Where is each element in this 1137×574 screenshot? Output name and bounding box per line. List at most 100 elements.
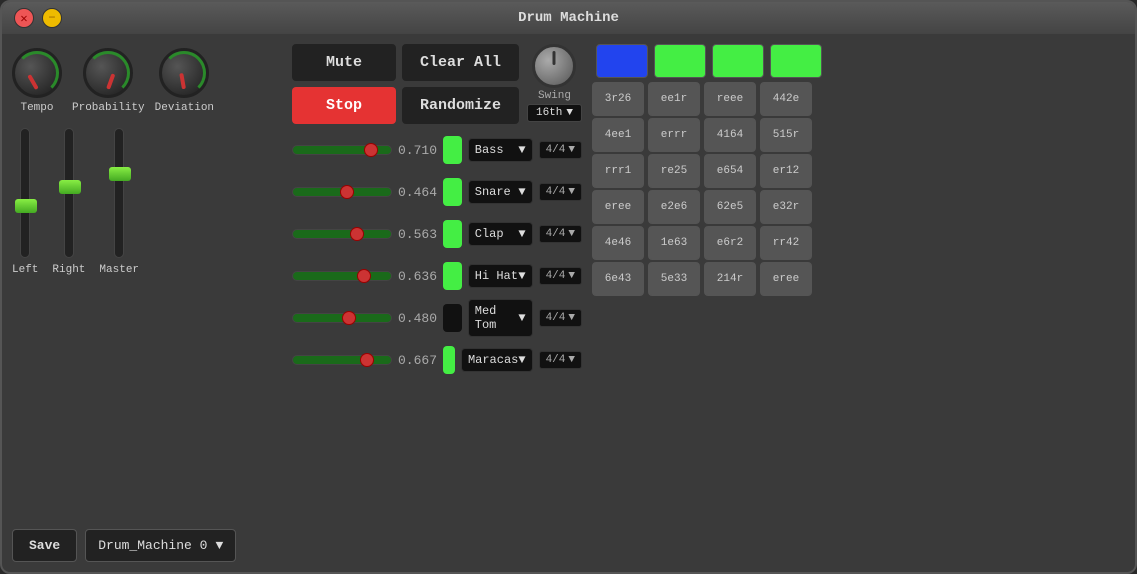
deviation-knob[interactable]	[159, 48, 209, 98]
clap-step-1[interactable]: re25	[648, 154, 700, 188]
right-fader-thumb[interactable]	[59, 180, 81, 194]
hihat-step-0[interactable]: eree	[592, 190, 644, 224]
hihat-step-1[interactable]: e2e6	[648, 190, 700, 224]
maracas-name-select[interactable]: Maracas ▼	[461, 348, 533, 372]
snare-ts-chevron: ▼	[568, 186, 575, 198]
hihat-time-sig[interactable]: 4/4 ▼	[539, 267, 582, 285]
clap-slider-area	[292, 229, 392, 239]
bass-step-2[interactable]: reee	[704, 82, 756, 116]
clap-name-select[interactable]: Clap ▼	[468, 222, 533, 246]
snare-step-1[interactable]: errr	[648, 118, 700, 152]
hihat-slider[interactable]	[292, 271, 392, 281]
maracas-time-sig[interactable]: 4/4 ▼	[539, 351, 582, 369]
medtom-slider[interactable]	[292, 313, 392, 323]
left-fader-track[interactable]	[20, 128, 30, 258]
clap-slider-thumb[interactable]	[350, 227, 364, 241]
medtom-step-0[interactable]: 4e46	[592, 226, 644, 260]
preset-select[interactable]: Drum_Machine 0 ▼	[85, 529, 236, 562]
snare-time-sig[interactable]: 4/4 ▼	[539, 183, 582, 201]
bass-ts-chevron: ▼	[568, 144, 575, 156]
medtom-time-sig[interactable]: 4/4 ▼	[539, 309, 582, 327]
stop-button[interactable]: Stop	[292, 87, 396, 124]
title-bar: ✕ − Drum Machine	[2, 2, 1135, 34]
medtom-active-button[interactable]	[443, 304, 462, 332]
header-pad-2[interactable]	[712, 44, 764, 78]
bass-step-1[interactable]: ee1r	[648, 82, 700, 116]
clap-active-button[interactable]	[443, 220, 462, 248]
swing-knob[interactable]	[532, 44, 576, 88]
step-row-bass: 3r26 ee1r reee 442e	[592, 82, 1125, 116]
medtom-ts-chevron: ▼	[568, 312, 575, 324]
hihat-chevron-icon: ▼	[518, 269, 525, 283]
snare-slider[interactable]	[292, 187, 392, 197]
medtom-step-3[interactable]: rr42	[760, 226, 812, 260]
left-fader-thumb[interactable]	[15, 199, 37, 213]
snare-active-button[interactable]	[443, 178, 462, 206]
maracas-active-button[interactable]	[443, 346, 455, 374]
maracas-slider-area	[292, 355, 392, 365]
medtom-step-2[interactable]: e6r2	[704, 226, 756, 260]
header-pad-0[interactable]	[596, 44, 648, 78]
snare-name: Snare	[475, 185, 511, 199]
clap-step-3[interactable]: er12	[760, 154, 812, 188]
randomize-button[interactable]: Randomize	[402, 87, 519, 124]
maracas-name: Maracas	[468, 353, 518, 367]
bass-slider[interactable]	[292, 145, 392, 155]
clap-step-2[interactable]: e654	[704, 154, 756, 188]
deviation-ring	[162, 51, 206, 95]
master-fader-track[interactable]	[114, 128, 124, 258]
header-pad-3[interactable]	[770, 44, 822, 78]
step-row-medtom: 4e46 1e63 e6r2 rr42	[592, 226, 1125, 260]
maracas-step-0[interactable]: 6e43	[592, 262, 644, 296]
minimize-button[interactable]: −	[42, 8, 62, 28]
bass-active-button[interactable]	[443, 136, 462, 164]
snare-step-0[interactable]: 4ee1	[592, 118, 644, 152]
right-fader-track[interactable]	[64, 128, 74, 258]
header-pad-1[interactable]	[654, 44, 706, 78]
right-panel: 3r26 ee1r reee 442e 4ee1 errr 4164 515r …	[592, 44, 1125, 562]
swing-value-text: 16th	[536, 107, 562, 119]
swing-value-select[interactable]: 16th ▼	[527, 104, 582, 122]
hihat-slider-thumb[interactable]	[357, 269, 371, 283]
bass-step-0[interactable]: 3r26	[592, 82, 644, 116]
tempo-knob[interactable]	[12, 48, 62, 98]
window-title: Drum Machine	[518, 10, 619, 26]
tracks-section: 0.710 Bass ▼ 4/4 ▼	[292, 130, 582, 380]
hihat-step-2[interactable]: 62e5	[704, 190, 756, 224]
mute-button[interactable]: Mute	[292, 44, 396, 81]
left-panel: Tempo Probability Deviation	[12, 44, 282, 562]
hihat-slider-area	[292, 271, 392, 281]
main-content: Tempo Probability Deviation	[2, 34, 1135, 572]
maracas-slider[interactable]	[292, 355, 392, 365]
clear-all-button[interactable]: Clear All	[402, 44, 519, 81]
snare-step-3[interactable]: 515r	[760, 118, 812, 152]
hihat-name-select[interactable]: Hi Hat ▼	[468, 264, 533, 288]
close-button[interactable]: ✕	[14, 8, 34, 28]
preset-chevron-icon: ▼	[215, 538, 223, 553]
snare-step-2[interactable]: 4164	[704, 118, 756, 152]
maracas-step-1[interactable]: 5e33	[648, 262, 700, 296]
maracas-slider-thumb[interactable]	[360, 353, 374, 367]
right-fader-container: Right	[52, 128, 85, 276]
clap-step-0[interactable]: rrr1	[592, 154, 644, 188]
medtom-name-select[interactable]: Med Tom ▼	[468, 299, 533, 337]
bass-step-3[interactable]: 442e	[760, 82, 812, 116]
bass-name-select[interactable]: Bass ▼	[468, 138, 533, 162]
clap-time-sig[interactable]: 4/4 ▼	[539, 225, 582, 243]
hihat-active-button[interactable]	[443, 262, 462, 290]
snare-slider-thumb[interactable]	[340, 185, 354, 199]
step-row-maracas: 6e43 5e33 214r eree	[592, 262, 1125, 296]
medtom-step-1[interactable]: 1e63	[648, 226, 700, 260]
medtom-slider-thumb[interactable]	[342, 311, 356, 325]
maracas-step-2[interactable]: 214r	[704, 262, 756, 296]
probability-knob[interactable]	[83, 48, 133, 98]
bass-slider-thumb[interactable]	[364, 143, 378, 157]
save-button[interactable]: Save	[12, 529, 77, 562]
maracas-step-3[interactable]: eree	[760, 262, 812, 296]
hihat-step-3[interactable]: e32r	[760, 190, 812, 224]
master-fader-thumb[interactable]	[109, 167, 131, 181]
snare-name-select[interactable]: Snare ▼	[468, 180, 533, 204]
bass-time-sig[interactable]: 4/4 ▼	[539, 141, 582, 159]
clap-slider[interactable]	[292, 229, 392, 239]
maracas-value: 0.667	[398, 353, 437, 368]
